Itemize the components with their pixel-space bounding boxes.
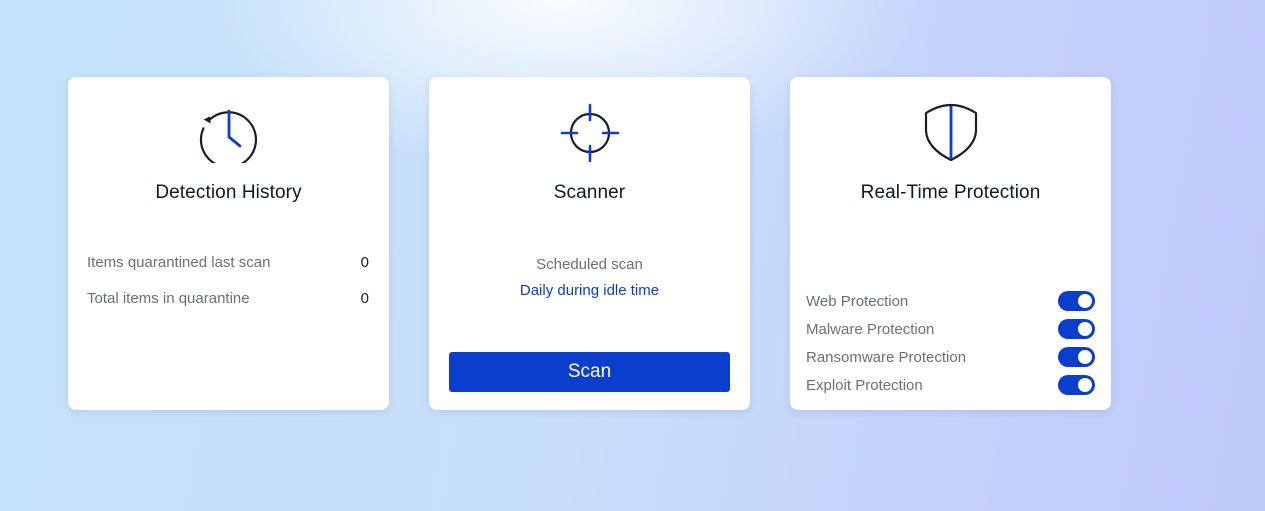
- history-clock-icon: [199, 103, 259, 163]
- scanner-title: Scanner: [553, 182, 626, 203]
- scheduled-scan-label: Scheduled scan: [536, 256, 643, 273]
- toggle-knob: [1078, 294, 1092, 308]
- web-protection-toggle[interactable]: [1058, 291, 1095, 311]
- detection-history-card[interactable]: Detection History Items quarantined last…: [68, 77, 389, 410]
- real-time-protection-card[interactable]: Real-Time Protection Web Protection Malw…: [790, 77, 1111, 410]
- protection-row-web: Web Protection: [806, 291, 1095, 311]
- web-protection-label: Web Protection: [806, 292, 909, 310]
- scheduled-scan-link[interactable]: Daily during idle time: [429, 282, 750, 299]
- exploit-protection-label: Exploit Protection: [806, 376, 923, 394]
- stat-row-last-scan: Items quarantined last scan 0: [87, 252, 369, 272]
- scan-button[interactable]: Scan: [449, 352, 730, 392]
- stat-value: 0: [360, 289, 369, 307]
- stat-label: Total items in quarantine: [87, 289, 250, 307]
- exploit-protection-toggle[interactable]: [1058, 375, 1095, 395]
- malware-protection-label: Malware Protection: [806, 320, 935, 338]
- detection-history-title: Detection History: [155, 182, 302, 203]
- toggle-knob: [1078, 378, 1092, 392]
- real-time-protection-title: Real-Time Protection: [860, 182, 1041, 203]
- ransomware-protection-label: Ransomware Protection: [806, 348, 967, 366]
- protection-row-exploit: Exploit Protection: [806, 375, 1095, 395]
- toggle-knob: [1078, 322, 1092, 336]
- toggle-knob: [1078, 350, 1092, 364]
- crosshair-icon: [560, 103, 620, 163]
- stat-row-total-quarantine: Total items in quarantine 0: [87, 288, 369, 308]
- stat-label: Items quarantined last scan: [87, 253, 271, 271]
- scanner-card: Scanner Scheduled scan Daily during idle…: [429, 77, 750, 410]
- protection-row-malware: Malware Protection: [806, 319, 1095, 339]
- ransomware-protection-toggle[interactable]: [1058, 347, 1095, 367]
- shield-icon: [921, 103, 981, 163]
- protection-row-ransomware: Ransomware Protection: [806, 347, 1095, 367]
- malware-protection-toggle[interactable]: [1058, 319, 1095, 339]
- stat-value: 0: [360, 253, 369, 271]
